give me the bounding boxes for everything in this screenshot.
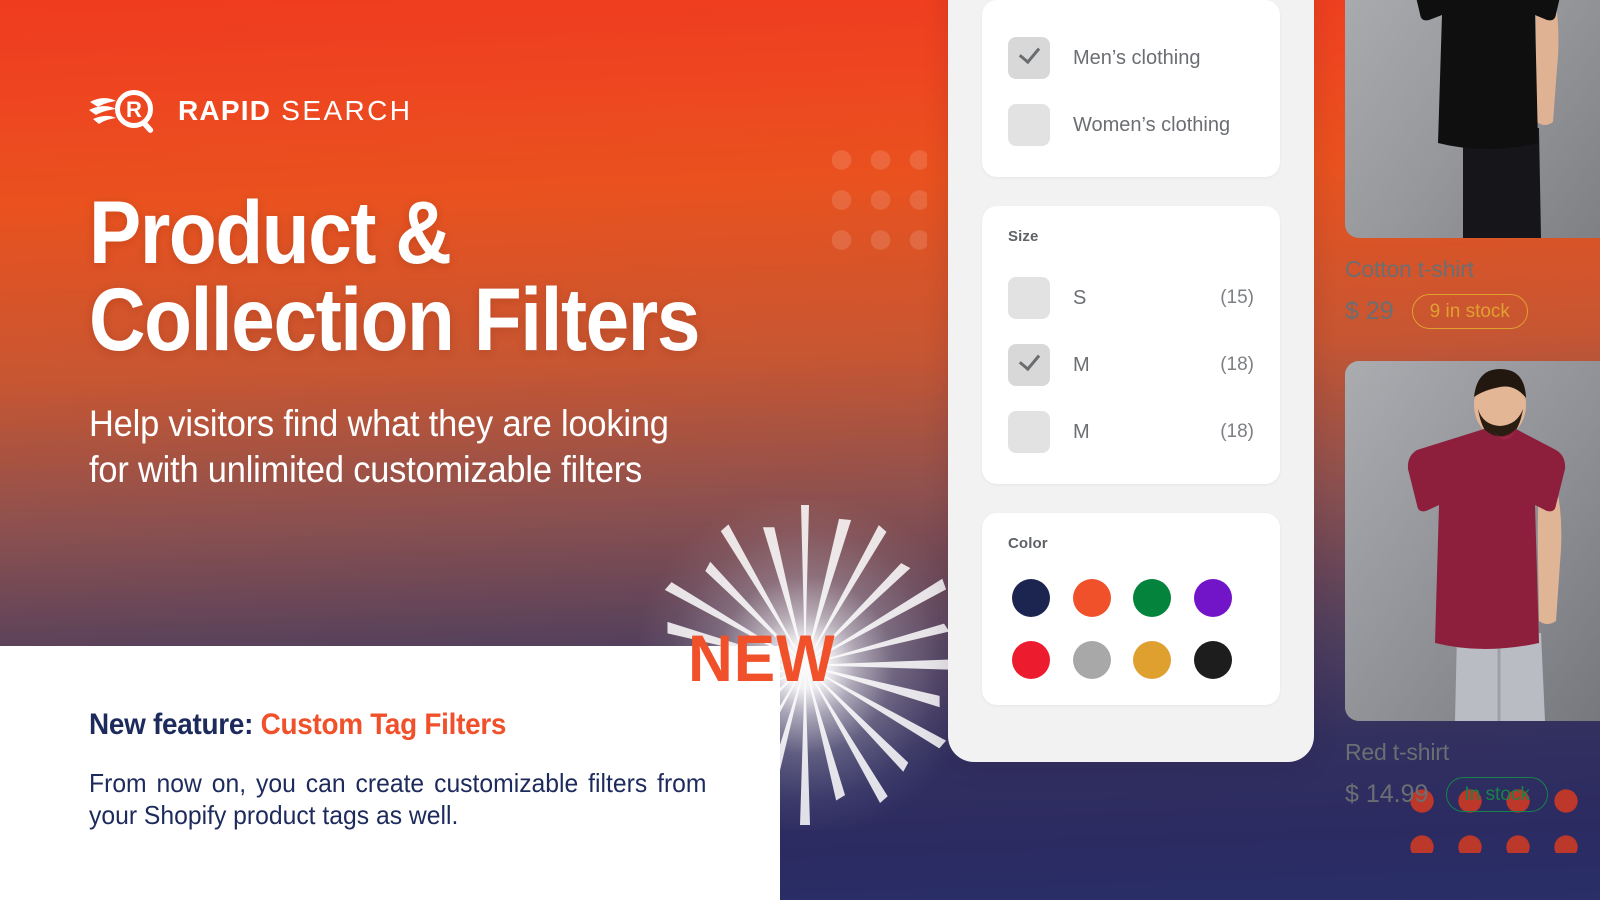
- filter-option-label: S: [1073, 286, 1087, 309]
- filter-option-womens-clothing[interactable]: Women’s clothing: [1008, 99, 1254, 151]
- filter-option-label: M: [1073, 353, 1090, 376]
- subheading-line-2: for with unlimited customizable filters: [89, 448, 643, 490]
- status-badge: In stock: [1446, 777, 1548, 812]
- promo-banner: R RAPID SEARCH Product & Collection Filt…: [0, 0, 1600, 900]
- checkbox-unchecked-icon[interactable]: [1008, 411, 1050, 453]
- brand-logo: R RAPID SEARCH: [89, 88, 950, 134]
- announcement-panel: New feature: Custom Tag Filters From now…: [0, 646, 780, 900]
- product-price: $ 14.99: [1345, 780, 1429, 808]
- page-title: Product & Collection Filters: [89, 188, 847, 370]
- status-badge: 9 in stock: [1411, 294, 1528, 329]
- checkbox-unchecked-icon[interactable]: [1008, 277, 1050, 319]
- svg-text:R: R: [126, 97, 142, 122]
- color-swatch-navy[interactable]: [1012, 579, 1050, 617]
- feature-label: New feature:: [89, 708, 254, 741]
- filter-card-category: Men’s clothing Women’s clothing: [982, 0, 1280, 177]
- hero-subheading: Help visitors find what they are looking…: [89, 401, 890, 491]
- checkbox-checked-icon[interactable]: [1008, 37, 1050, 79]
- feature-name: Custom Tag Filters: [260, 708, 507, 741]
- magnifier-r-icon: R: [89, 90, 154, 133]
- model-photo-black-tshirt: [1345, 0, 1600, 238]
- filter-option-label: M: [1073, 420, 1090, 443]
- color-swatch-purple[interactable]: [1193, 579, 1232, 617]
- filter-card-size: Size S (15) M (18) M (18): [982, 206, 1280, 484]
- product-image-red-t-shirt: [1345, 361, 1600, 721]
- hero-section: R RAPID SEARCH Product & Collection Filt…: [0, 0, 950, 646]
- brand-name-bold: RAPID: [178, 95, 272, 126]
- product-list: Cotton t-shirt $ 29 9 in stock Red t-shi…: [1345, 0, 1600, 844]
- color-swatch-black[interactable]: [1193, 641, 1232, 679]
- filter-option-count: (18): [1220, 421, 1254, 442]
- filter-option-label: Women’s clothing: [1073, 113, 1231, 136]
- filter-option-size-m[interactable]: M (18): [1008, 406, 1254, 458]
- product-image-cotton-t-shirt: [1345, 0, 1600, 238]
- new-badge: NEW: [688, 621, 836, 695]
- checkbox-unchecked-icon[interactable]: [1008, 104, 1050, 146]
- product-meta-row: $ 14.99 In stock: [1345, 777, 1600, 812]
- filter-card-title: Color: [1008, 535, 1048, 552]
- filter-option-label: Men’s clothing: [1073, 46, 1201, 69]
- product-price: $ 29: [1345, 297, 1394, 325]
- filter-option-size-s[interactable]: S (15): [1008, 272, 1254, 324]
- feature-description: From now on, you can create customizable…: [89, 768, 707, 830]
- color-swatch-gray[interactable]: [1072, 641, 1111, 679]
- subheading-line-1: Help visitors find what they are looking: [89, 403, 669, 445]
- filter-card-color: Color: [982, 513, 1280, 705]
- filter-option-count: (15): [1220, 287, 1254, 308]
- color-swatch-red[interactable]: [1012, 641, 1050, 679]
- color-swatch-orange[interactable]: [1072, 579, 1111, 617]
- product-meta-row: $ 29 9 in stock: [1345, 294, 1600, 329]
- filter-card-title: Size: [1008, 228, 1039, 245]
- product-card[interactable]: Cotton t-shirt $ 29 9 in stock: [1345, 0, 1600, 329]
- product-name: Red t-shirt: [1345, 739, 1449, 765]
- feature-headline: New feature: Custom Tag Filters: [89, 708, 667, 742]
- filter-option-mens-clothing[interactable]: Men’s clothing: [1008, 32, 1254, 84]
- product-name: Cotton t-shirt: [1345, 256, 1474, 282]
- checkbox-checked-icon[interactable]: [1008, 344, 1050, 386]
- color-swatch-grid: [1008, 579, 1254, 679]
- brand-name: RAPID SEARCH: [178, 97, 412, 125]
- filter-option-size-m-checked[interactable]: M (18): [1008, 339, 1254, 391]
- filter-option-count: (18): [1220, 354, 1254, 375]
- headline-line-1: Product &: [89, 182, 452, 282]
- headline-line-2: Collection Filters: [89, 269, 700, 370]
- color-swatch-green[interactable]: [1133, 579, 1171, 617]
- brand-name-light: SEARCH: [271, 95, 413, 126]
- model-photo-red-tshirt: [1345, 361, 1600, 721]
- product-card[interactable]: Red t-shirt $ 14.99 In stock: [1345, 361, 1600, 812]
- color-swatch-amber[interactable]: [1133, 641, 1171, 679]
- filter-panel: Men’s clothing Women’s clothing Size S (…: [948, 0, 1314, 762]
